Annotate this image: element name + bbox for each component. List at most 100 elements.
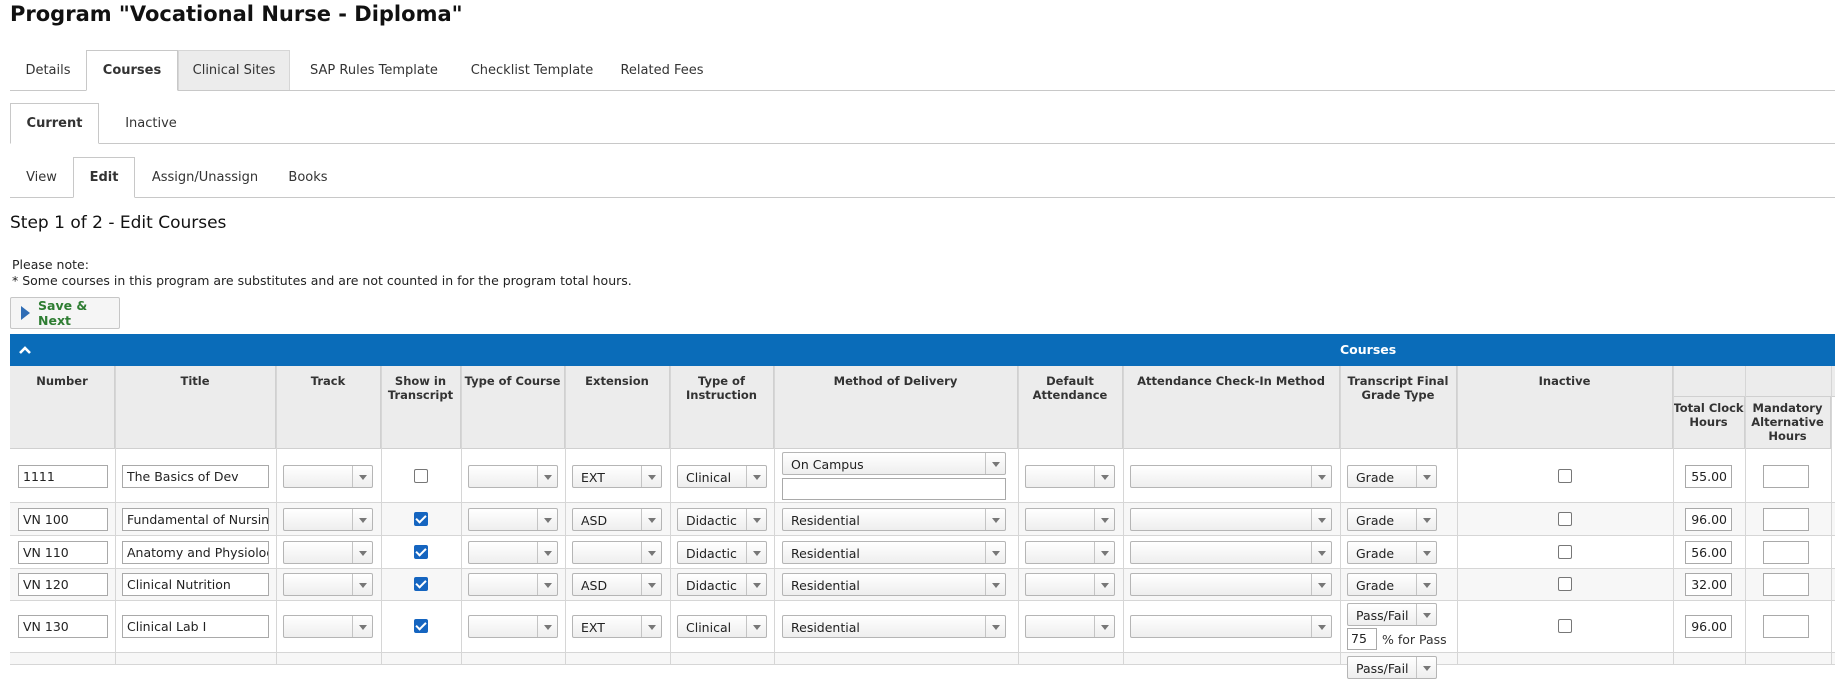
attendance-checkin-select[interactable] bbox=[1130, 615, 1332, 638]
grade-type-select[interactable]: Grade bbox=[1347, 465, 1437, 488]
tab-sap-rules-template[interactable]: SAP Rules Template bbox=[295, 50, 453, 90]
tab-details[interactable]: Details bbox=[10, 50, 86, 90]
inactive-checkbox[interactable] bbox=[1558, 619, 1572, 633]
inactive-checkbox[interactable] bbox=[1558, 512, 1572, 526]
tab-inactive[interactable]: Inactive bbox=[103, 103, 199, 143]
mandatory-alt-hours-input[interactable] bbox=[1763, 573, 1809, 596]
show-in-transcript-checkbox[interactable] bbox=[414, 512, 428, 526]
show-in-transcript-checkbox[interactable] bbox=[414, 619, 428, 633]
tab-current[interactable]: Current bbox=[10, 103, 99, 144]
default-attendance-select[interactable] bbox=[1025, 465, 1115, 488]
show-in-transcript-checkbox[interactable] bbox=[414, 545, 428, 559]
inactive-checkbox[interactable] bbox=[1558, 545, 1572, 559]
type-of-course-select[interactable] bbox=[468, 615, 558, 638]
course-number-input[interactable]: VN 130 bbox=[18, 615, 108, 638]
grade-type-select[interactable]: Pass/Fail bbox=[1347, 603, 1437, 626]
track-select[interactable] bbox=[283, 465, 373, 488]
method-of-delivery-select[interactable]: Residential bbox=[782, 541, 1006, 564]
course-title-input[interactable]: Clinical Nutrition bbox=[122, 573, 269, 596]
courses-section-header: Courses bbox=[10, 334, 1835, 366]
tab-clinical-sites[interactable]: Clinical Sites bbox=[178, 50, 290, 90]
course-number-input[interactable]: VN 100 bbox=[18, 508, 108, 531]
extension-select[interactable] bbox=[572, 541, 662, 564]
attendance-checkin-select[interactable] bbox=[1130, 573, 1332, 596]
table-row bbox=[10, 653, 1835, 665]
mandatory-alt-hours-input[interactable] bbox=[1763, 541, 1809, 564]
play-icon bbox=[21, 306, 30, 320]
course-number-input[interactable]: VN 120 bbox=[18, 573, 108, 596]
chevron-down-icon bbox=[641, 616, 661, 637]
extension-select[interactable]: EXT bbox=[572, 615, 662, 638]
default-attendance-select[interactable] bbox=[1025, 541, 1115, 564]
method-of-delivery-select[interactable]: On Campus bbox=[782, 452, 1006, 475]
total-clock-hours-input[interactable]: 55.00 bbox=[1685, 465, 1732, 488]
show-in-transcript-checkbox[interactable] bbox=[414, 577, 428, 591]
type-of-course-select[interactable] bbox=[468, 541, 558, 564]
chevron-down-icon bbox=[1416, 466, 1436, 487]
tab-checklist-template[interactable]: Checklist Template bbox=[457, 50, 607, 90]
track-select[interactable] bbox=[283, 573, 373, 596]
total-clock-hours-input[interactable]: 96.00 bbox=[1685, 615, 1732, 638]
tab-related-fees[interactable]: Related Fees bbox=[610, 50, 714, 90]
attendance-checkin-select[interactable] bbox=[1130, 465, 1332, 488]
inactive-checkbox[interactable] bbox=[1558, 469, 1572, 483]
course-title-input[interactable]: Anatomy and Physiology bbox=[122, 541, 269, 564]
default-attendance-select[interactable] bbox=[1025, 615, 1115, 638]
course-title-input[interactable]: Clinical Lab I bbox=[122, 615, 269, 638]
show-in-transcript-checkbox[interactable] bbox=[414, 469, 428, 483]
save-next-label: Save & Next bbox=[38, 298, 88, 328]
chevron-down-icon bbox=[1094, 509, 1114, 530]
default-attendance-select[interactable] bbox=[1025, 508, 1115, 531]
chevron-down-icon bbox=[1416, 604, 1436, 625]
grade-type-select[interactable]: Grade bbox=[1347, 508, 1437, 531]
grade-type-select[interactable]: Pass/Fail bbox=[1347, 656, 1437, 679]
method-of-delivery-select[interactable]: Residential bbox=[782, 508, 1006, 531]
extension-select[interactable]: ASD bbox=[572, 508, 662, 531]
type-of-instruction-select[interactable]: Didactic bbox=[677, 541, 767, 564]
inactive-checkbox[interactable] bbox=[1558, 577, 1572, 591]
type-of-course-select[interactable] bbox=[468, 508, 558, 531]
track-select[interactable] bbox=[283, 615, 373, 638]
grade-type-select[interactable]: Grade bbox=[1347, 541, 1437, 564]
total-clock-hours-input[interactable]: 56.00 bbox=[1685, 541, 1732, 564]
grade-type-select[interactable]: Grade bbox=[1347, 573, 1437, 596]
type-of-instruction-select[interactable]: Didactic bbox=[677, 573, 767, 596]
attendance-checkin-select[interactable] bbox=[1130, 541, 1332, 564]
default-attendance-select[interactable] bbox=[1025, 573, 1115, 596]
track-select[interactable] bbox=[283, 508, 373, 531]
pass-percent-input[interactable]: 75 bbox=[1347, 628, 1377, 650]
attendance-checkin-select[interactable] bbox=[1130, 508, 1332, 531]
tab-assign-unassign[interactable]: Assign/Unassign bbox=[142, 157, 268, 197]
course-title-input[interactable]: The Basics of Dev bbox=[122, 465, 269, 488]
type-of-instruction-select[interactable]: Didactic bbox=[677, 508, 767, 531]
type-of-instruction-select[interactable]: Clinical bbox=[677, 465, 767, 488]
chevron-down-icon bbox=[746, 466, 766, 487]
method-of-delivery-text-input[interactable] bbox=[782, 478, 1006, 500]
mandatory-alt-hours-input[interactable] bbox=[1763, 615, 1809, 638]
tab-edit[interactable]: Edit bbox=[73, 157, 135, 198]
tab-view[interactable]: View bbox=[10, 157, 73, 197]
chevron-down-icon bbox=[985, 574, 1005, 595]
column-header-number: Number bbox=[10, 366, 115, 449]
course-number-input[interactable]: VN 110 bbox=[18, 541, 108, 564]
method-of-delivery-select[interactable]: Residential bbox=[782, 615, 1006, 638]
save-next-button[interactable]: Save & Next bbox=[10, 297, 120, 329]
total-clock-hours-input[interactable]: 96.00 bbox=[1685, 508, 1732, 531]
tab-courses[interactable]: Courses bbox=[86, 50, 178, 91]
course-title-input[interactable]: Fundamental of Nursing bbox=[122, 508, 269, 531]
method-of-delivery-select[interactable]: Residential bbox=[782, 573, 1006, 596]
chevron-down-icon bbox=[985, 453, 1005, 474]
total-clock-hours-input[interactable]: 32.00 bbox=[1685, 573, 1732, 596]
chevron-up-icon[interactable] bbox=[18, 343, 32, 357]
extension-select[interactable]: EXT bbox=[572, 465, 662, 488]
type-of-course-select[interactable] bbox=[468, 573, 558, 596]
track-select[interactable] bbox=[283, 541, 373, 564]
extension-select[interactable]: ASD bbox=[572, 573, 662, 596]
type-of-course-select[interactable] bbox=[468, 465, 558, 488]
mandatory-alt-hours-input[interactable] bbox=[1763, 465, 1809, 488]
chevron-down-icon bbox=[641, 466, 661, 487]
course-number-input[interactable]: 1111 bbox=[18, 465, 108, 488]
tab-books[interactable]: Books bbox=[274, 157, 342, 197]
type-of-instruction-select[interactable]: Clinical bbox=[677, 615, 767, 638]
mandatory-alt-hours-input[interactable] bbox=[1763, 508, 1809, 531]
